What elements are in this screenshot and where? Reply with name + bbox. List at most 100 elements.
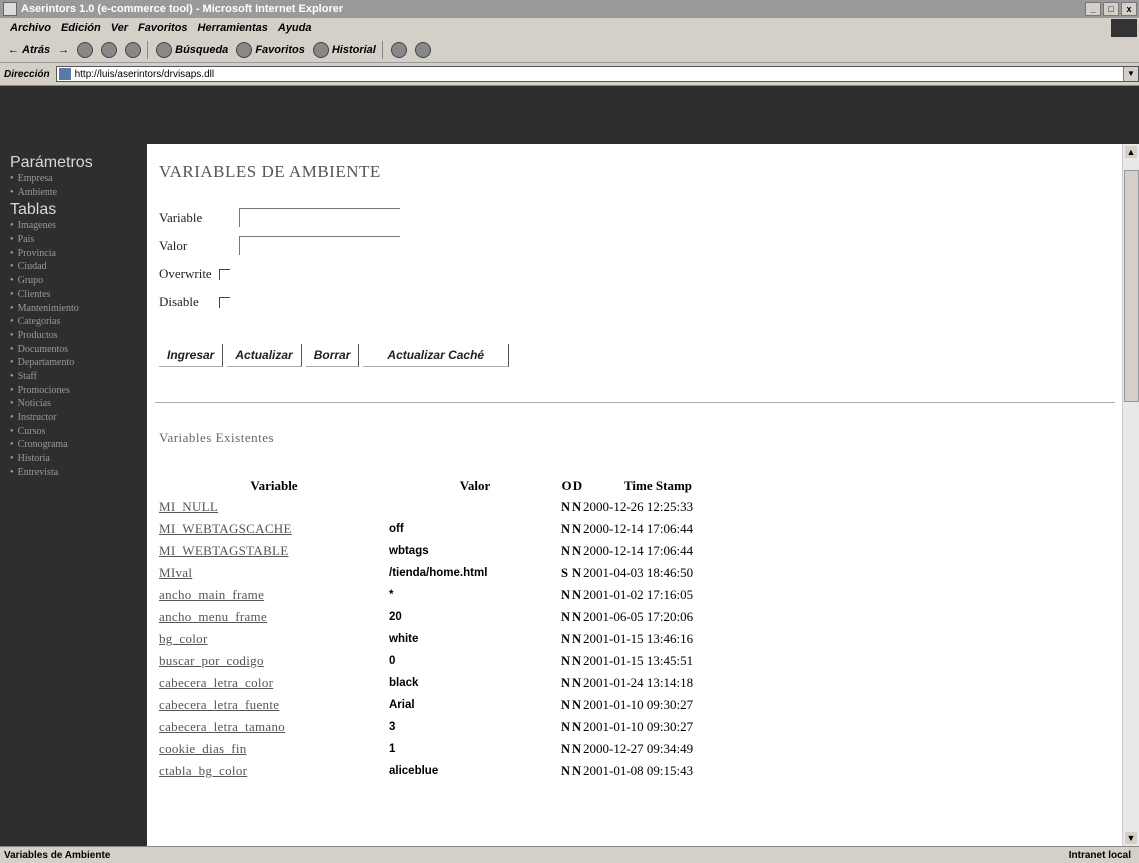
home-button[interactable] — [125, 42, 142, 58]
sidebar-item-productos[interactable]: Productos — [10, 329, 147, 343]
disable-checkbox[interactable] — [219, 296, 230, 308]
variable-link[interactable]: bg_color — [159, 631, 208, 646]
variable-link[interactable]: ctabla_bg_color — [159, 763, 247, 778]
variable-link[interactable]: MIval — [159, 565, 192, 580]
sidebar-item-instructor[interactable]: Instructor — [10, 411, 147, 425]
o-flag: N — [561, 609, 571, 624]
valor-text: 20 — [389, 611, 402, 623]
stop-button[interactable] — [77, 42, 94, 58]
variable-link-cell: MI_NULL — [159, 496, 389, 518]
print-button[interactable] — [414, 42, 431, 58]
sidebar-item-noticias[interactable]: Noticias — [10, 397, 147, 411]
o-flag-cell: N — [561, 672, 572, 694]
history-button[interactable]: Historial — [312, 42, 376, 58]
sidebar-item-provincia[interactable]: Provincia — [10, 247, 147, 261]
sidebar-item-documentos[interactable]: Documentos — [10, 343, 147, 357]
address-label: Dirección — [4, 68, 50, 80]
variable-link[interactable]: cabecera_letra_fuente — [159, 697, 279, 712]
table-row: ctabla_bg_color aliceblue N N 2001-01-08 09:… — [159, 760, 733, 782]
o-flag-cell: N — [561, 606, 572, 628]
favorites-button[interactable]: Favoritos — [236, 42, 305, 58]
sidebar-item-departamento[interactable]: Departamento — [10, 356, 147, 370]
sidebar-item-empresa[interactable]: Empresa — [10, 172, 147, 186]
variable-link[interactable]: ancho_menu_frame — [159, 609, 267, 624]
back-button[interactable]: ← Atrás — [8, 44, 50, 56]
d-flag: N — [572, 499, 582, 514]
refresh-icon — [101, 42, 118, 58]
o-flag-cell: N — [561, 540, 572, 562]
sidebar-section-tablas: Tablas — [10, 201, 57, 219]
variable-link[interactable]: buscar_por_codigo — [159, 653, 264, 668]
search-button[interactable]: Búsqueda — [156, 42, 228, 58]
mail-button[interactable] — [390, 42, 407, 58]
menu-bar: Archivo Edición Ver Favoritos Herramient… — [0, 18, 1139, 38]
table-row: ancho_menu_frame 20 N N 2001-06-05 17:20:06 — [159, 606, 733, 628]
windows-logo-icon — [1111, 19, 1137, 37]
sidebar-item-ciudad[interactable]: Ciudad — [10, 260, 147, 274]
maximize-button[interactable]: □ — [1103, 2, 1119, 16]
sidebar-item-categorias[interactable]: Categorias — [10, 315, 147, 329]
variable-row: Variable — [159, 208, 400, 227]
variable-link[interactable]: MI_WEBTAGSTABLE — [159, 543, 289, 558]
divider — [155, 402, 1115, 403]
menu-ver[interactable]: Ver — [111, 22, 128, 34]
sidebar-item-cursos[interactable]: Cursos — [10, 425, 147, 439]
variable-link[interactable]: MI_NULL — [159, 499, 218, 514]
timestamp-text: 2001-01-24 13:14:18 — [583, 675, 694, 690]
menu-archivo[interactable]: Archivo — [10, 22, 51, 34]
refresh-button[interactable] — [101, 42, 118, 58]
sidebar-item-entrevista[interactable]: Entrevista — [10, 466, 147, 480]
timestamp-text-cell: 2001-01-02 17:16:05 — [583, 584, 733, 606]
sidebar-item-ambiente[interactable]: Ambiente — [10, 186, 147, 200]
address-dropdown-icon[interactable]: ▼ — [1123, 67, 1138, 81]
actualizar-button[interactable]: Actualizar — [227, 344, 302, 367]
sidebar-item-grupo[interactable]: Grupo — [10, 274, 147, 288]
variable-link[interactable]: MI_WEBTAGSCACHE — [159, 521, 292, 536]
address-input[interactable]: http://luis/aserintors/drvisaps.dll ▼ — [55, 66, 1139, 82]
sidebar-item-imagenes[interactable]: Imagenes — [10, 219, 147, 233]
sidebar-item-staff[interactable]: Staff — [10, 370, 147, 384]
valor-text-cell: 3 — [389, 716, 561, 738]
sidebar-item-mantenimiento[interactable]: Mantenimiento — [10, 302, 147, 316]
scroll-down-icon[interactable]: ▼ — [1125, 832, 1137, 844]
scroll-up-icon[interactable]: ▲ — [1125, 146, 1137, 158]
sidebar-item-cronograma[interactable]: Cronograma — [10, 438, 147, 452]
menu-herramientas[interactable]: Herramientas — [198, 22, 268, 34]
o-flag: N — [561, 697, 571, 712]
d-flag-cell: N — [572, 562, 583, 584]
table-row: bg_color white N N 2001-01-15 13:46:16 — [159, 628, 733, 650]
search-label: Búsqueda — [175, 44, 229, 56]
ie-app-icon — [3, 2, 17, 16]
variable-label: Variable — [159, 209, 203, 225]
variable-link[interactable]: ancho_main_frame — [159, 587, 264, 602]
sidebar-item-promociones[interactable]: Promociones — [10, 384, 147, 398]
timestamp-text: 2001-01-08 09:15:43 — [583, 763, 694, 778]
menu-favoritos[interactable]: Favoritos — [138, 22, 188, 34]
history-icon — [312, 42, 329, 58]
variable-link-cell: cookie_dias_fin — [159, 738, 389, 760]
variable-link[interactable]: cabecera_letra_color — [159, 675, 273, 690]
d-flag: N — [572, 587, 582, 602]
sidebar-item-clientes[interactable]: Clientes — [10, 288, 147, 302]
valor-input[interactable] — [239, 236, 400, 255]
menu-ayuda[interactable]: Ayuda — [278, 22, 312, 34]
borrar-button[interactable]: Borrar — [305, 344, 360, 367]
actualizar-cache-button[interactable]: Actualizar Caché — [363, 344, 510, 367]
forward-button[interactable]: → — [58, 44, 69, 56]
close-button[interactable]: x — [1121, 2, 1137, 16]
timestamp-text-cell: 2001-01-08 09:15:43 — [583, 760, 733, 782]
minimize-button[interactable]: _ — [1085, 2, 1101, 16]
ingresar-button[interactable]: Ingresar — [159, 344, 224, 367]
vertical-scrollbar[interactable]: ▲ ▼ — [1122, 144, 1139, 846]
back-label: Atrás — [22, 44, 51, 56]
variable-link[interactable]: cabecera_letra_tamano — [159, 719, 285, 734]
scrollbar-thumb[interactable] — [1124, 170, 1139, 402]
sidebar-item-historia[interactable]: Historia — [10, 452, 147, 466]
variable-link[interactable]: cookie_dias_fin — [159, 741, 247, 756]
o-flag: S — [561, 565, 568, 580]
overwrite-checkbox[interactable] — [219, 268, 230, 280]
o-flag-cell: N — [561, 584, 572, 606]
menu-edicion[interactable]: Edición — [61, 22, 101, 34]
variable-input[interactable] — [239, 208, 400, 227]
sidebar-item-pais[interactable]: Pais — [10, 233, 147, 247]
